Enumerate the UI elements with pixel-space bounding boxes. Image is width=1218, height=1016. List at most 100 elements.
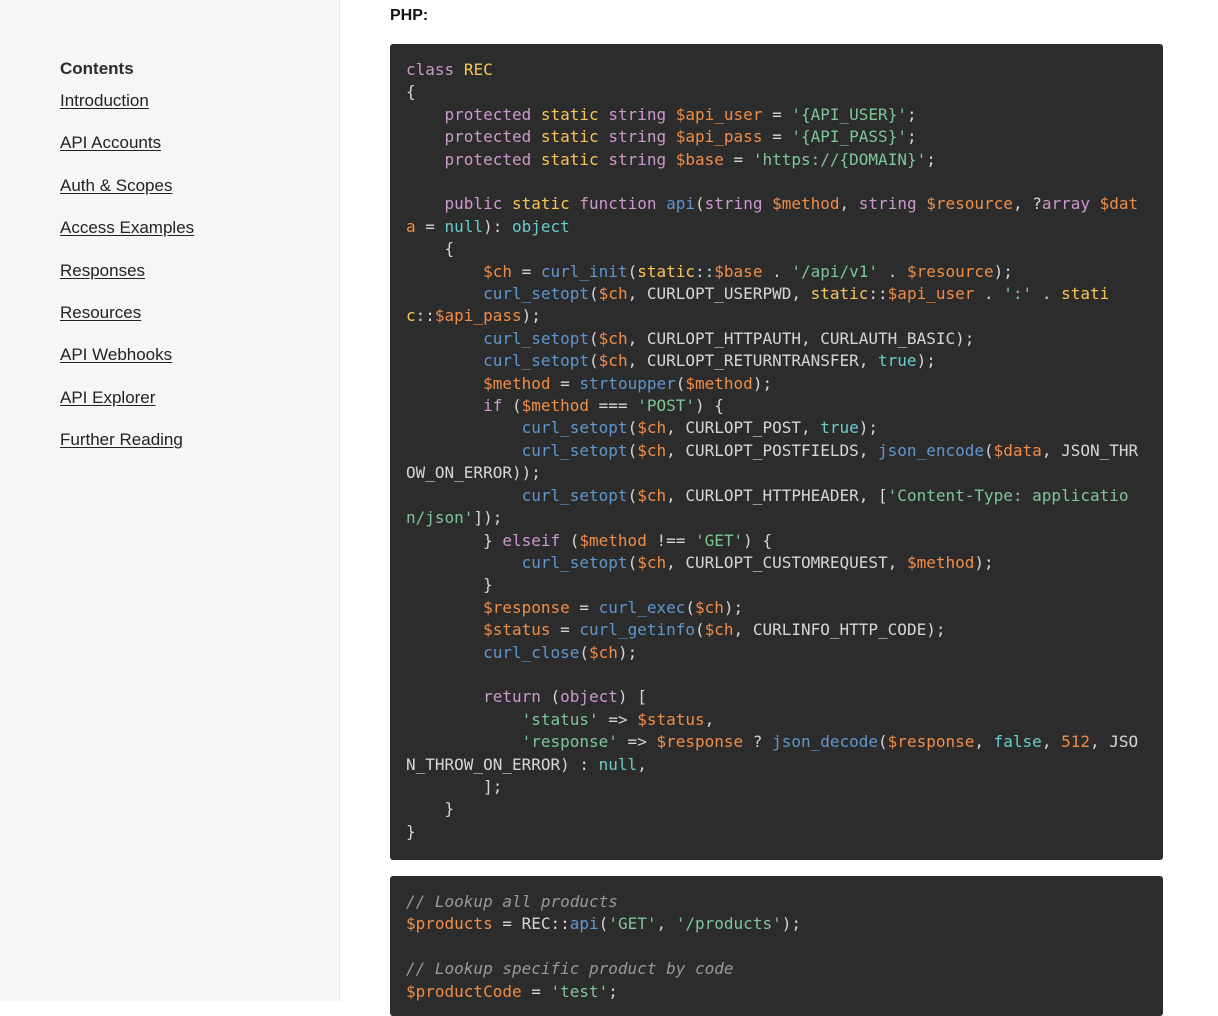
code-token: = <box>723 149 753 169</box>
code-token: $ch <box>637 552 667 572</box>
code-token: curl_setopt <box>521 485 628 505</box>
code-token: $status <box>637 709 705 729</box>
code-token: // Lookup all products <box>406 892 618 911</box>
code-token: strtoupper <box>579 373 676 393</box>
code-token: ( <box>627 440 638 460</box>
code-token: . <box>878 261 907 281</box>
code-token: curl_setopt <box>521 440 628 460</box>
code-token: elseif <box>502 530 561 550</box>
code-token: static <box>810 284 869 304</box>
code-token: '/products' <box>675 914 782 934</box>
code-token: curl_setopt <box>521 418 628 438</box>
code-line: curl_setopt($ch, CURLOPT_HTTPAUTH, CURLA… <box>406 328 1147 350</box>
code-token: , CURLOPT_POSTFIELDS, <box>666 440 879 460</box>
code-token: $method <box>906 552 975 572</box>
contents-link-api-webhooks[interactable]: API Webhooks <box>60 345 172 365</box>
code-token: class <box>406 60 455 79</box>
code-token: ( <box>878 732 888 752</box>
code-line: curl_setopt($ch, CURLOPT_HTTPHEADER, ['C… <box>406 485 1147 530</box>
code-line: ]; <box>406 776 1147 798</box>
code-token: $productCode <box>406 981 522 1001</box>
code-token: $ch <box>589 642 618 662</box>
code-token: = <box>511 261 541 281</box>
code-block-rec-class[interactable]: class REC{ protected static string $api_… <box>390 44 1163 860</box>
code-token: $ch <box>704 620 734 640</box>
code-token: ( <box>627 485 638 505</box>
code-token: '{API_PASS}' <box>791 127 907 147</box>
contents-link-resources[interactable]: Resources <box>60 303 141 323</box>
code-token: , CURLOPT_HTTPAUTH, CURLAUTH_BASIC); <box>627 328 975 348</box>
code-token: $method <box>685 373 753 393</box>
code-token: 'GET' <box>695 530 744 550</box>
code-token: :: <box>415 306 435 326</box>
contents-link-responses[interactable]: Responses <box>60 261 145 281</box>
code-token: , <box>974 732 994 752</box>
code-token: ( <box>984 440 994 460</box>
code-token: ( <box>540 687 561 707</box>
language-label: PHP: <box>390 7 429 24</box>
contents-item: API Webhooks <box>60 345 194 387</box>
code-block-usage-example[interactable]: // Lookup all products$products = REC::a… <box>390 876 1163 1016</box>
code-token: object <box>511 216 570 236</box>
code-line: $products = REC::api('GET', '/products')… <box>406 913 1147 935</box>
code-token: $api_pass <box>675 127 763 147</box>
code-token: static <box>540 149 599 169</box>
code-token: curl_setopt <box>483 351 590 371</box>
code-token: curl_exec <box>598 597 686 617</box>
code-token: $ch <box>695 597 724 617</box>
code-token: true <box>878 351 917 371</box>
contents-link-introduction[interactable]: Introduction <box>60 91 149 111</box>
code-token: static <box>637 261 696 281</box>
code-line: protected static string $base = 'https:/… <box>406 149 1147 171</box>
code-token: $ch <box>598 328 628 348</box>
code-token: . <box>762 261 792 281</box>
code-token: ( <box>579 642 590 662</box>
code-line: 'response' => $response ? json_decode($r… <box>406 731 1147 776</box>
code-token: $response <box>483 597 570 617</box>
code-token: ( <box>695 620 705 640</box>
code-token: ): <box>483 216 512 236</box>
code-token: ( <box>627 418 638 438</box>
contents-link-access-examples[interactable]: Access Examples <box>60 218 194 238</box>
code-line: public static function api(string $metho… <box>406 193 1147 238</box>
code-line: { <box>406 81 1147 103</box>
code-token: ); <box>974 552 994 572</box>
code-token: $ch <box>637 418 667 438</box>
code-token: $base <box>714 261 763 281</box>
code-line: { <box>406 238 1147 260</box>
contents-link-api-accounts[interactable]: API Accounts <box>60 133 161 153</box>
code-token: static <box>540 104 599 124</box>
code-token: = <box>415 216 445 236</box>
contents-link-api-explorer[interactable]: API Explorer <box>60 388 155 408</box>
code-token: :: <box>695 261 715 281</box>
contents-link-auth-scopes[interactable]: Auth & Scopes <box>60 176 172 196</box>
code-token: !== <box>646 530 695 550</box>
code-line: curl_close($ch); <box>406 642 1147 664</box>
code-token: 'test' <box>550 981 609 1001</box>
code-line: $response = curl_exec($ch); <box>406 597 1147 619</box>
code-line: } elseif ($method !== 'GET') { <box>406 530 1147 552</box>
contents-item: Further Reading <box>60 430 194 472</box>
code-token: ( <box>627 261 638 281</box>
code-token: protected <box>444 104 532 124</box>
code-token: , CURLOPT_CUSTOMREQUEST, <box>666 552 907 572</box>
contents-link-further-reading[interactable]: Further Reading <box>60 430 183 450</box>
code-token: $ch <box>637 485 667 505</box>
code-token: return <box>483 687 541 707</box>
code-token: } <box>406 799 455 819</box>
